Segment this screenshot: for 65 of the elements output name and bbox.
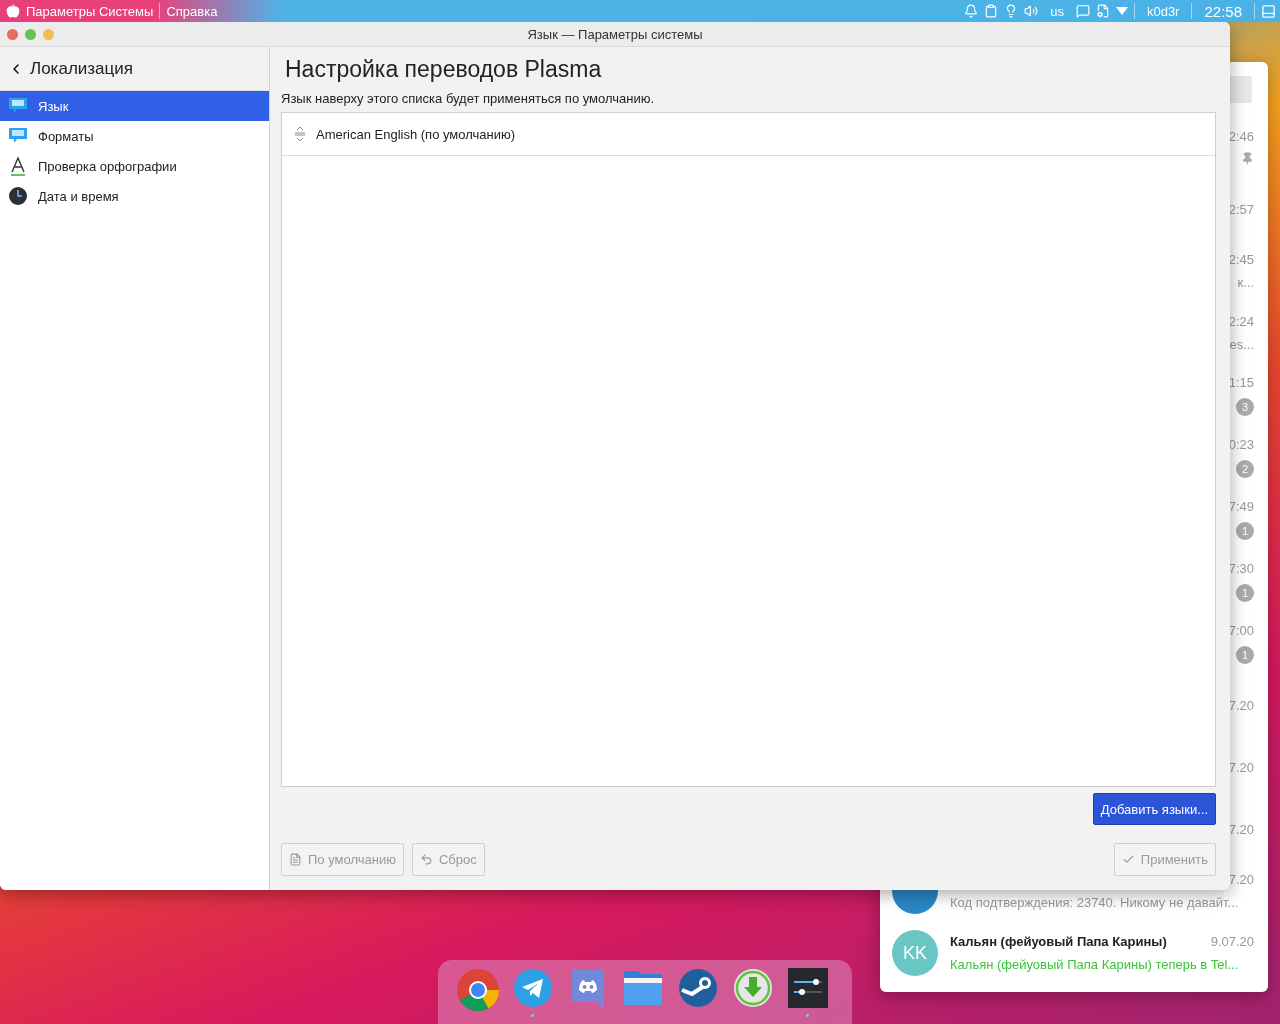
chat-time: 2:45	[1228, 252, 1254, 267]
chat-time: 2:24	[1228, 314, 1254, 329]
panel-icon[interactable]	[1261, 3, 1276, 19]
chat-time: 9.07.20	[1210, 934, 1254, 949]
chat-time: 2:46	[1228, 129, 1254, 144]
chat-time: 7.20	[1228, 872, 1254, 887]
message-preview: к...	[1237, 275, 1254, 290]
chat-time: 1:15	[1228, 374, 1254, 390]
sliders-icon[interactable]	[787, 968, 828, 1008]
chat-time: 7:00	[1228, 622, 1254, 638]
undo-icon	[419, 853, 433, 866]
unread-count: 1	[1236, 521, 1254, 540]
clock-icon	[8, 186, 28, 206]
chat-time: 7:30	[1228, 560, 1254, 576]
volume-icon[interactable]	[1024, 4, 1039, 18]
speech-bubble-icon	[8, 97, 28, 115]
drag-handle-icon[interactable]	[294, 126, 306, 142]
chat-time: 2:57	[1228, 201, 1254, 217]
apple-icon[interactable]	[6, 4, 20, 18]
sidebar-item[interactable]: Проверка орфографии	[0, 151, 269, 181]
chat-time: 7.20	[1228, 821, 1254, 837]
hint-text: Язык наверху этого списка будет применяться по умолчанию.	[281, 91, 656, 106]
spellcheck-icon	[8, 156, 28, 176]
avatar: KK	[892, 930, 938, 976]
clipboard-icon[interactable]	[984, 4, 999, 18]
paper-plane-icon[interactable]	[512, 968, 553, 1008]
sidebar-item[interactable]: Форматы	[0, 121, 269, 151]
document-gear-icon[interactable]	[1095, 4, 1110, 18]
language-row[interactable]: American English (по умолчанию)	[282, 113, 1215, 156]
menu-item[interactable]: Справка	[160, 3, 224, 19]
speech-bubble-icon	[8, 127, 28, 145]
download-icon[interactable]	[732, 968, 773, 1008]
chat-time: 7.20	[1228, 759, 1254, 775]
chat-time: 0:23	[1228, 436, 1254, 452]
color-wheel-icon[interactable]	[455, 968, 500, 1012]
window-title: Язык — Параметры системы	[527, 26, 703, 42]
clock[interactable]: 22:58	[1198, 2, 1248, 20]
chat-time: 7.20	[1228, 697, 1254, 713]
sidebar-item[interactable]: Дата и время	[0, 181, 269, 211]
bell-icon[interactable]	[964, 4, 979, 18]
unread-count: 1	[1236, 583, 1254, 602]
search-field[interactable]	[1230, 75, 1252, 103]
unread-count: 3	[1236, 397, 1254, 416]
circle-link-icon[interactable]	[677, 968, 718, 1008]
message-preview: es...	[1229, 337, 1254, 352]
user-name[interactable]: k0d3r	[1140, 3, 1186, 19]
unread-count: 1	[1236, 645, 1254, 664]
add-languages-button[interactable]: Добавить языки...	[1092, 793, 1216, 825]
keyboard-layout[interactable]: us	[1044, 3, 1070, 19]
page-heading: Настройка переводов Plasma	[285, 55, 603, 83]
sidebar-title: Локализация	[30, 58, 133, 79]
chat-title: Кальян (фейуовый Папа Карины)	[950, 934, 1167, 949]
caret-icon[interactable]	[1115, 7, 1128, 15]
close-button[interactable]	[7, 28, 18, 40]
message-preview: Код подтверждения: 23740. Никому не давайт...	[950, 895, 1240, 910]
chat-time: 7:49	[1228, 498, 1254, 514]
sidebar-item[interactable]: Язык	[0, 91, 269, 121]
menu-item[interactable]: Параметры Системы	[20, 3, 160, 19]
message-preview: Кальян (фейуовый Папа Карины) теперь в Tel...	[950, 957, 1240, 972]
maximize-button[interactable]	[25, 28, 36, 40]
document-icon	[289, 853, 302, 866]
minimize-button[interactable]	[43, 28, 54, 40]
folder-icon[interactable]	[622, 968, 663, 1006]
unread-count: 2	[1236, 459, 1254, 478]
check-icon	[1121, 853, 1135, 866]
